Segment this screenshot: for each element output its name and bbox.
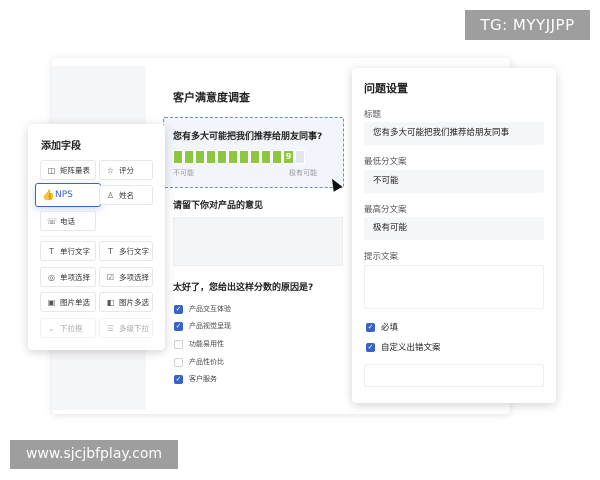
checkbox-checked-icon[interactable]: ✓ [366,322,375,332]
field-matrix-button[interactable]: ◫ 矩阵量表 [40,160,96,180]
nps-scale[interactable]: 9 [173,150,305,164]
nps-cell[interactable] [250,150,260,164]
field-image-single-button[interactable]: ▣ 图片单选 [40,292,96,312]
question-2-textarea[interactable] [173,217,343,266]
add-field-title: 添加字段 [41,141,81,152]
add-field-panel [28,124,165,350]
custom-error-input[interactable] [364,364,544,387]
nps-cell[interactable] [239,150,249,164]
field-single-choice-button[interactable]: ◎ 单项选择 [40,267,96,287]
option-label: 产品视觉呈现 [189,322,231,330]
checkbox-checked-icon[interactable]: ✓ [174,374,183,384]
list-icon: ☰ [106,323,115,333]
checkbox-icon[interactable] [174,339,183,349]
nps-cell-selected[interactable]: 9 [283,150,294,164]
checkbox-checked-icon[interactable]: ✓ [174,304,183,314]
required-toggle[interactable]: ✓ 必填 [366,321,398,333]
field-dropdown-button[interactable]: ⌄ 下拉框 [40,318,96,338]
min-text-input[interactable]: 不可能 [364,170,544,193]
option-label: 功能易用性 [189,340,224,348]
chevron-down-icon: ⌄ [48,323,55,333]
text-icon: T [49,246,54,256]
nps-max-text: 极有可能 [289,169,317,177]
nps-cell[interactable] [228,150,238,164]
option-label: 客户服务 [189,375,217,383]
field-image-multi-button[interactable]: ◧ 图片多选 [99,292,153,312]
checkbox-checked-icon[interactable]: ✓ [174,321,183,331]
option-item[interactable]: ✓ 客户服务 [174,373,217,385]
field-phone-button[interactable]: ☏ 电话 [40,211,96,231]
option-item[interactable]: ✓ 产品视觉呈现 [174,320,231,332]
max-text-label: 最高分文案 [364,205,407,215]
field-multi-choice-button[interactable]: ☑ 多项选择 [99,267,153,287]
option-item[interactable]: 功能易用性 [174,338,224,350]
title-input[interactable]: 您有多大可能把我们推荐给朋友同事 [364,122,544,145]
watermark-bottom: www.sjcjbfplay.com [10,440,178,469]
title-label: 标题 [364,110,382,120]
phone-icon: ☏ [47,216,58,226]
min-text-label: 最低分文案 [364,157,407,167]
field-single-text-button[interactable]: T 单行文字 [40,241,96,261]
nps-min-text: 不可能 [173,169,194,177]
star-icon: ☆ [106,165,115,175]
nps-question-text: 您有多大可能把我们推荐给朋友同事? [173,132,323,142]
nps-cell[interactable] [195,150,205,164]
option-label: 产品性价比 [189,358,224,366]
nps-cell[interactable] [217,150,227,164]
checkbox-checked-icon[interactable]: ✓ [366,342,375,352]
option-item[interactable]: 产品性价比 [174,356,224,368]
question-2-label: 请留下你对产品的意见 [173,201,264,211]
nps-cell[interactable] [184,150,194,164]
paragraph-icon: T [108,246,113,256]
required-label: 必填 [381,323,399,333]
hint-text-label: 提示文案 [364,252,399,262]
fields-divider [40,236,152,237]
user-icon: ♙ [106,190,115,200]
nps-cell[interactable] [295,150,305,164]
nps-cell[interactable] [272,150,282,164]
field-name-button[interactable]: ♙ 姓名 [99,185,153,205]
max-text-input[interactable]: 极有可能 [364,217,544,240]
field-rating-button[interactable]: ☆ 评分 [99,160,153,180]
option-item[interactable]: ✓ 产品交互体验 [174,303,231,315]
custom-error-label: 自定义出错文案 [381,343,441,353]
field-multi-dropdown-button[interactable]: ☰ 多级下拉 [99,318,153,338]
nps-cell[interactable] [206,150,216,164]
field-multi-text-button[interactable]: T 多行文字 [99,241,153,261]
question-3-label: 太好了，您给出这样分数的原因是? [173,283,314,293]
checkbox-square-icon: ☑ [106,272,115,282]
checkbox-icon[interactable] [174,357,183,367]
nps-cell[interactable] [261,150,271,164]
thumbs-up-icon: 👍 [42,189,55,201]
radio-check-icon: ◎ [48,272,55,282]
hint-text-input[interactable] [364,265,544,309]
form-title: 客户满意度调查 [173,91,250,104]
custom-error-toggle[interactable]: ✓ 自定义出错文案 [366,341,441,353]
field-nps-button[interactable]: 👍 NPS [35,183,101,207]
watermark-top: TG: MYYJJPP [465,10,590,40]
image-icon: ▣ [47,297,56,307]
settings-title: 问题设置 [364,82,408,95]
images-icon: ◧ [106,297,115,307]
option-label: 产品交互体验 [189,305,231,313]
matrix-icon: ◫ [47,165,56,175]
nps-cell[interactable] [173,150,183,164]
